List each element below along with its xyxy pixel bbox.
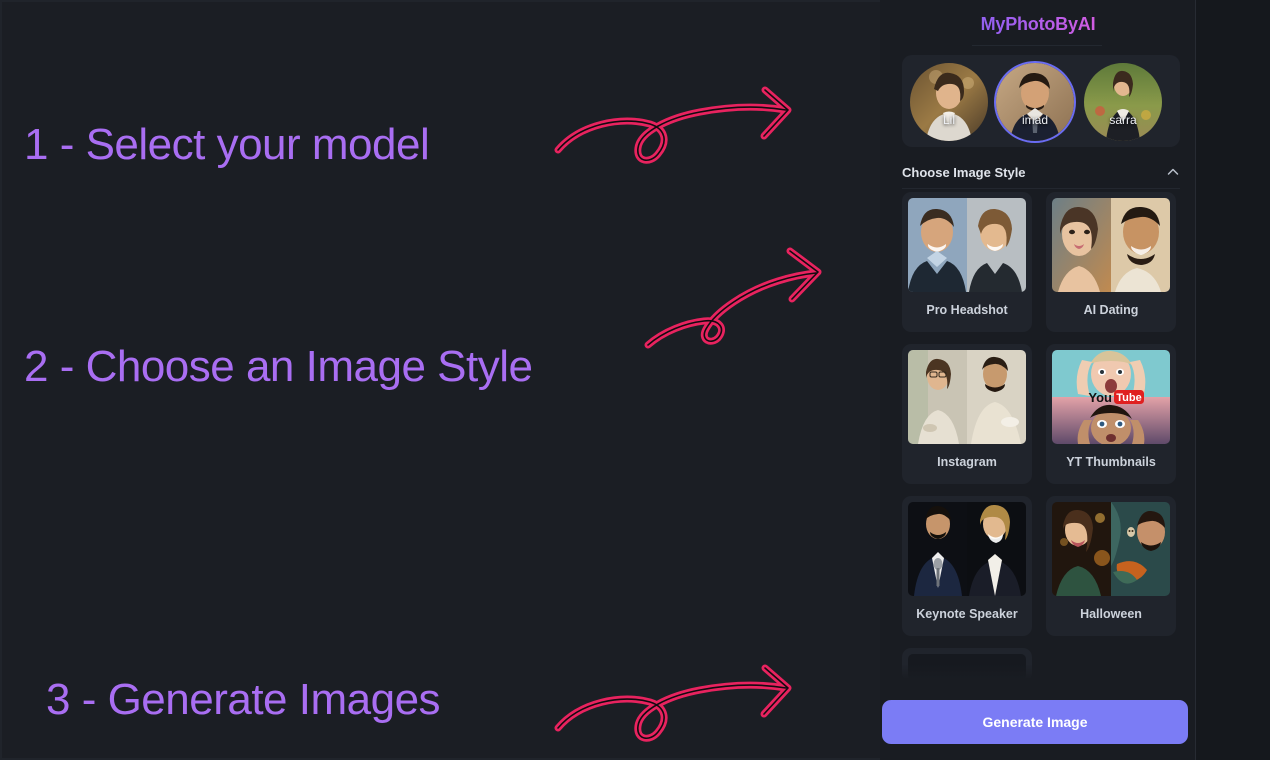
style-label: Pro Headshot (926, 303, 1008, 317)
choose-image-style-header[interactable]: Choose Image Style (902, 160, 1180, 184)
svg-text:Tube: Tube (1116, 392, 1141, 404)
style-thumbnail (1052, 198, 1170, 292)
avatar-photo (1084, 63, 1162, 141)
section-title: Choose Image Style (902, 164, 1026, 180)
brand-logo: MyPhotoByAI (880, 14, 1196, 35)
annotation-step-1: 1 - Select your model (24, 120, 430, 169)
model-name: sarra (1109, 113, 1137, 127)
style-thumbnail (908, 198, 1026, 292)
app-sidebar: MyPhotoByAI Lil imad sarra Choose Image … (880, 0, 1196, 760)
style-card-halloween[interactable]: Halloween (1046, 496, 1176, 636)
section-divider (902, 188, 1180, 189)
curly-arrow-right-icon-1 (554, 86, 792, 164)
style-card-yt-thumbnails[interactable]: You Tube YT Thumbnails (1046, 344, 1176, 484)
chevron-up-icon[interactable] (1166, 165, 1180, 179)
instructions-pane: 1 - Select your model 2 - Choose an Imag… (0, 0, 880, 760)
style-thumbnail (908, 502, 1026, 596)
style-thumbnail: You Tube (1052, 350, 1170, 444)
style-label: Keynote Speaker (916, 607, 1018, 621)
style-label: Instagram (937, 455, 997, 469)
style-card-keynote-speaker[interactable]: Keynote Speaker (902, 496, 1032, 636)
right-gutter (1197, 0, 1270, 760)
avatar-photo (910, 63, 988, 141)
annotation-step-2: 2 - Choose an Image Style (24, 342, 533, 391)
style-thumbnail (908, 350, 1026, 444)
header-divider (972, 45, 1102, 46)
style-grid-scroll[interactable]: Pro Headshot AI Dating Instagram You Tub… (902, 192, 1180, 682)
curly-arrow-right-icon-3 (554, 664, 792, 742)
model-name: Lil (942, 113, 955, 127)
model-avatar-imad[interactable]: imad (996, 63, 1074, 141)
model-selector[interactable]: Lil imad sarra (902, 55, 1180, 147)
model-avatar-lil[interactable]: Lil (910, 63, 988, 141)
style-card-ai-dating[interactable]: AI Dating (1046, 192, 1176, 332)
avatar-photo (996, 63, 1074, 141)
style-card-pro-headshot[interactable]: Pro Headshot (902, 192, 1032, 332)
generate-image-button[interactable]: Generate Image (882, 700, 1188, 744)
svg-text:You: You (1088, 390, 1112, 405)
style-label: YT Thumbnails (1066, 455, 1156, 469)
model-avatar-sarra[interactable]: sarra (1084, 63, 1162, 141)
model-name: imad (1021, 113, 1048, 127)
style-card-instagram[interactable]: Instagram (902, 344, 1032, 484)
annotation-step-3: 3 - Generate Images (46, 675, 441, 724)
style-label: Halloween (1080, 607, 1142, 621)
style-thumbnail (1052, 502, 1170, 596)
style-label: AI Dating (1083, 303, 1139, 317)
scroll-fade-overlay (902, 664, 1180, 682)
curly-arrow-up-right-icon (644, 247, 822, 349)
